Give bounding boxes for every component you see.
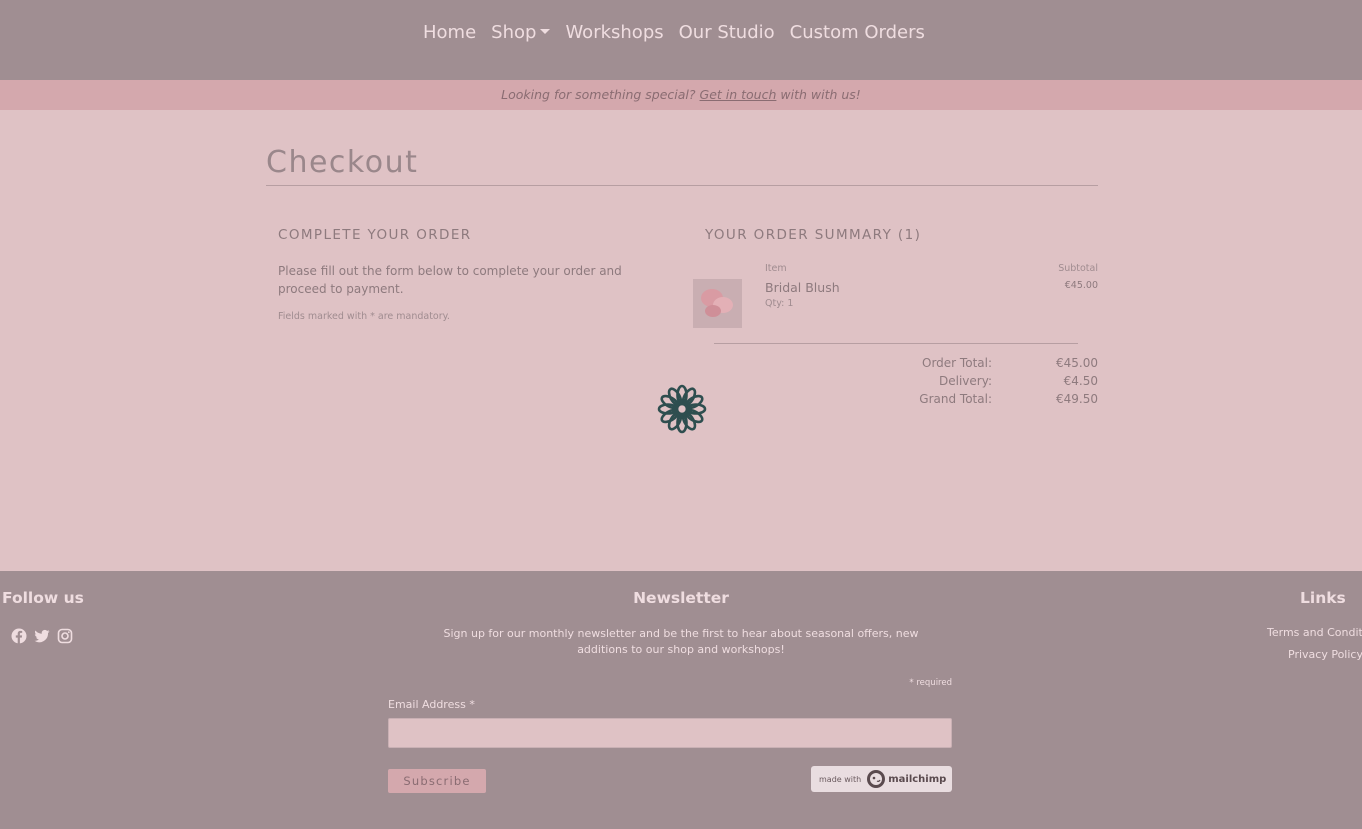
privacy-policy-link[interactable]: Privacy Policy (1288, 648, 1362, 661)
page-title: Checkout (266, 145, 419, 180)
facebook-icon[interactable] (11, 628, 27, 644)
grand-total-row: Grand Total: €49.50 (860, 392, 1098, 410)
social-links (11, 628, 80, 644)
title-divider (266, 185, 1098, 186)
nav-custom-orders-link[interactable]: Custom Orders (790, 22, 925, 43)
order-total-label: Order Total: (922, 356, 992, 370)
order-totals: Order Total: €45.00 Delivery: €4.50 Gran… (860, 356, 1098, 410)
email-label-text: Email Address (388, 698, 466, 711)
terms-link[interactable]: Terms and Conditions (1267, 626, 1362, 639)
complete-order-heading: COMPLETE YOUR ORDER (278, 227, 472, 243)
nav-links: Home Shop Workshops Our Studio Custom Or… (423, 22, 940, 43)
order-total-value: €45.00 (1056, 356, 1098, 370)
email-input[interactable] (388, 718, 952, 748)
links-heading: Links (1300, 589, 1346, 607)
subtotal-column-header: Subtotal (1058, 263, 1098, 274)
newsletter-heading: Newsletter (633, 589, 729, 607)
item-name: Bridal Blush (765, 280, 840, 295)
nav-shop-dropdown[interactable]: Shop (491, 22, 551, 43)
get-in-touch-link[interactable]: Get in touch (700, 87, 777, 102)
caret-down-icon (540, 29, 551, 34)
loading-flower-icon (657, 384, 707, 434)
product-thumbnail (693, 279, 742, 328)
banner-text-after: with with us! (780, 87, 861, 102)
delivery-row: Delivery: €4.50 (860, 374, 1098, 392)
order-total-row: Order Total: €45.00 (860, 356, 1098, 374)
item-quantity: Qty: 1 (765, 298, 794, 309)
item-column-header: Item (765, 263, 787, 274)
complete-order-text: Please fill out the form below to comple… (278, 264, 622, 296)
banner-text-before: Looking for something special? (501, 87, 696, 102)
email-field-label: Email Address * (388, 698, 475, 711)
footer: Follow us Newsletter Sign up for our mon… (0, 571, 1362, 829)
mailchimp-badge[interactable]: made with mailchimp (811, 766, 952, 792)
order-summary-heading: YOUR ORDER SUMMARY (1) (705, 227, 922, 243)
instagram-icon[interactable] (57, 628, 73, 644)
required-asterisk: * (469, 698, 475, 711)
mandatory-fields-note: Fields marked with * are mandatory. (278, 311, 450, 322)
grand-total-value: €49.50 (1056, 392, 1098, 406)
subscribe-button[interactable]: Subscribe (388, 769, 486, 793)
nav-our-studio-link[interactable]: Our Studio (679, 22, 775, 43)
item-price: €45.00 (1064, 280, 1098, 291)
navbar: Home Shop Workshops Our Studio Custom Or… (0, 0, 1362, 80)
twitter-icon[interactable] (34, 628, 50, 644)
mailchimp-wordmark: mailchimp (888, 773, 947, 785)
delivery-value: €4.50 (1063, 374, 1098, 388)
nav-home-link[interactable]: Home (423, 22, 476, 43)
newsletter-description: Sign up for our monthly newsletter and b… (443, 627, 919, 656)
delivery-label: Delivery: (939, 374, 992, 388)
made-with-text: made with (819, 774, 862, 784)
nav-shop-label: Shop (491, 22, 537, 43)
summary-divider (714, 343, 1078, 344)
nav-workshops-link[interactable]: Workshops (565, 22, 663, 43)
required-note: * required (909, 678, 952, 688)
mailchimp-logo-icon (867, 770, 886, 788)
promo-banner: Looking for something special? Get in to… (0, 80, 1362, 110)
grand-total-label: Grand Total: (919, 392, 992, 406)
